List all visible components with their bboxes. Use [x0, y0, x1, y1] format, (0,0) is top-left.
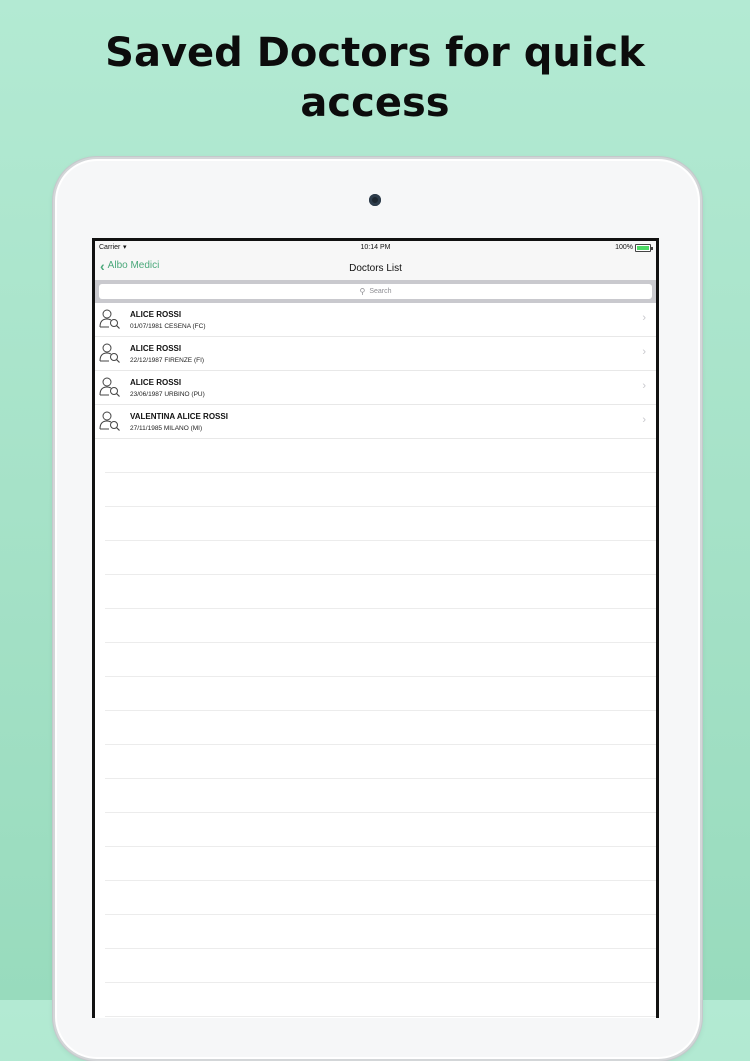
- promo-headline: Saved Doctors for quick access: [0, 28, 750, 128]
- empty-row-separator: [105, 507, 656, 541]
- doctor-row[interactable]: ALICE ROSSI 23/06/1987 URBINO (PU) ›: [95, 371, 656, 405]
- doctor-row[interactable]: ALICE ROSSI 22/12/1987 FIRENZE (FI) ›: [95, 337, 656, 371]
- chevron-right-icon: ›: [642, 346, 646, 358]
- empty-row-separator: [105, 677, 656, 711]
- empty-row-separator: [105, 439, 656, 473]
- empty-row-separator: [105, 949, 656, 983]
- doctors-list: ALICE ROSSI 01/07/1981 CESENA (FC) › ALICE …: [95, 303, 656, 1017]
- empty-row-separator: [105, 711, 656, 745]
- chevron-right-icon: ›: [642, 380, 646, 392]
- empty-row-separator: [105, 847, 656, 881]
- app-screen: Carrier ▾ 10:14 PM 100% ‹ Albo Medici Do…: [95, 241, 656, 1018]
- doctor-name: ALICE ROSSI: [130, 378, 182, 387]
- chevron-right-icon: ›: [642, 414, 646, 426]
- doctor-name: VALENTINA ALICE ROSSI: [130, 412, 228, 421]
- chevron-right-icon: ›: [642, 312, 646, 324]
- battery-icon: [635, 244, 653, 252]
- doctor-detail: 22/12/1987 FIRENZE (FI): [130, 357, 205, 364]
- search-input[interactable]: ⚲ Search: [99, 284, 652, 299]
- search-bar: ⚲ Search: [95, 280, 656, 303]
- search-placeholder: Search: [369, 288, 392, 295]
- doctor-detail: 23/06/1987 URBINO (PU): [130, 391, 205, 398]
- battery-percent: 100%: [615, 244, 633, 251]
- page-title: Doctors List: [349, 263, 402, 274]
- empty-row-separator: [105, 983, 656, 1017]
- doctor-search-icon: [99, 376, 121, 398]
- empty-row-separator: [105, 541, 656, 575]
- empty-row-separator: [105, 643, 656, 677]
- doctor-row[interactable]: ALICE ROSSI 01/07/1981 CESENA (FC) ›: [95, 303, 656, 337]
- doctor-detail: 01/07/1981 CESENA (FC): [130, 323, 206, 330]
- empty-row-separator: [105, 609, 656, 643]
- doctor-name: ALICE ROSSI: [130, 344, 182, 353]
- search-icon: ⚲: [359, 287, 366, 296]
- doctor-search-icon: [99, 410, 121, 432]
- empty-row-separator: [105, 915, 656, 949]
- empty-row-separator: [105, 881, 656, 915]
- front-camera: [369, 194, 381, 206]
- doctor-search-icon: [99, 342, 121, 364]
- doctor-detail: 27/11/1985 MILANO (MI): [130, 425, 203, 432]
- empty-row-separator: [105, 813, 656, 847]
- empty-row-separator: [105, 779, 656, 813]
- doctor-name: ALICE ROSSI: [130, 310, 182, 319]
- tablet-screen: Carrier ▾ 10:14 PM 100% ‹ Albo Medici Do…: [92, 238, 659, 1018]
- doctor-row[interactable]: VALENTINA ALICE ROSSI 27/11/1985 MILANO (…: [95, 405, 656, 439]
- promo-headline-line1: Saved Doctors for quick: [105, 30, 645, 76]
- empty-row-separator: [105, 575, 656, 609]
- promo-headline-line2: access: [300, 80, 450, 126]
- doctor-search-icon: [99, 308, 121, 330]
- status-time: 10:14 PM: [360, 244, 391, 251]
- empty-row-separator: [105, 745, 656, 779]
- status-bar: Carrier ▾ 10:14 PM 100%: [95, 241, 656, 255]
- empty-row-separator: [105, 473, 656, 507]
- navigation-bar: ‹ Albo Medici Doctors List: [95, 255, 656, 280]
